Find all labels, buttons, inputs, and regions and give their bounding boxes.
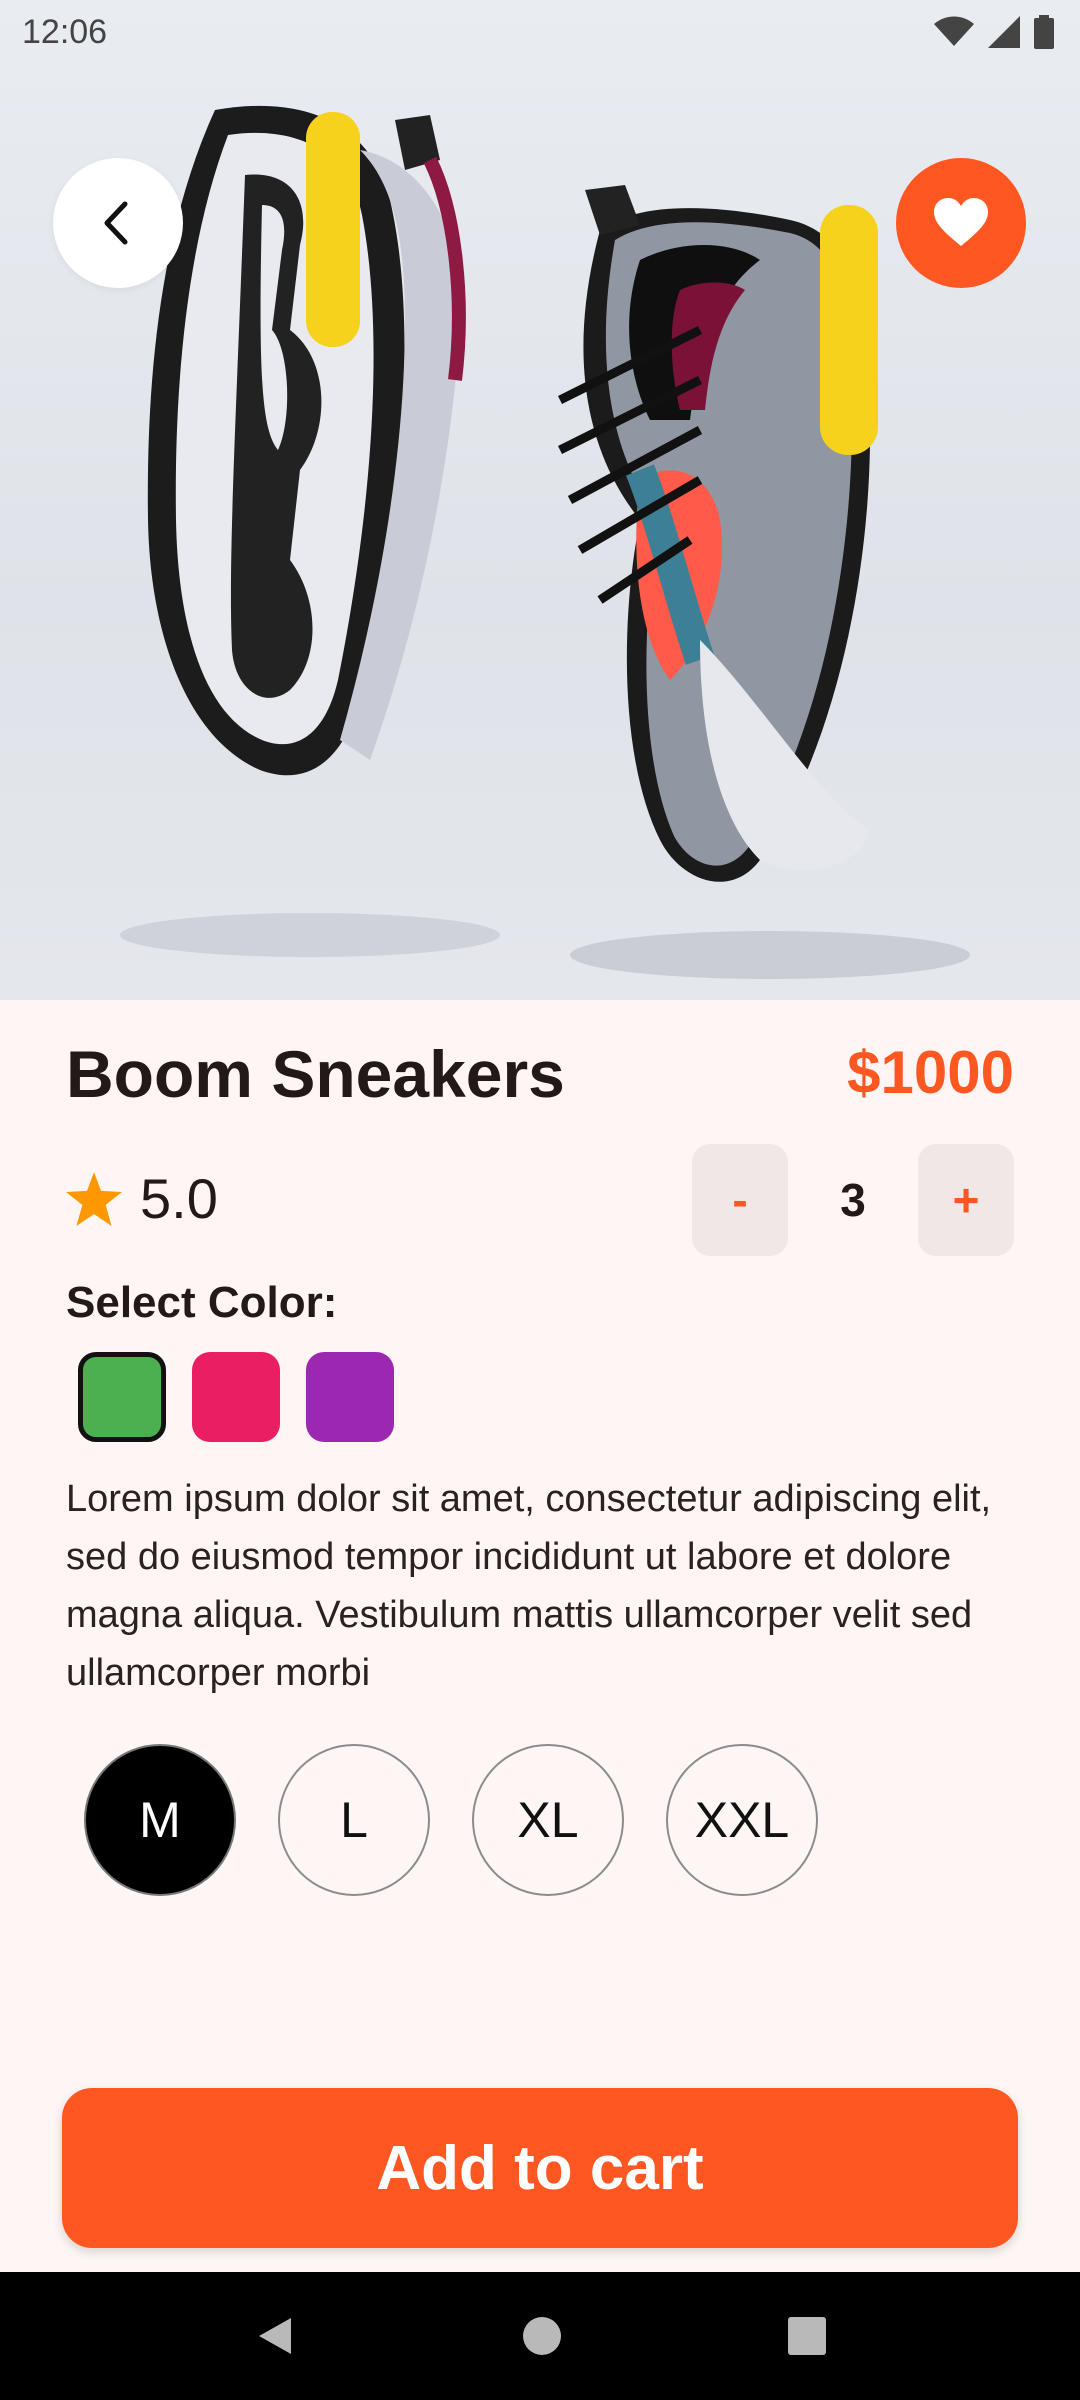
- status-bar: 12:06: [0, 0, 1080, 64]
- status-icons: [934, 15, 1054, 49]
- sneakers-image: [120, 105, 970, 979]
- color-swatches: [78, 1352, 394, 1442]
- size-selector: M L XL XXL: [84, 1744, 818, 1896]
- quantity-stepper: - 3 +: [692, 1144, 1014, 1256]
- signal-icon: [988, 16, 1020, 48]
- size-option-m[interactable]: M: [84, 1744, 236, 1896]
- add-to-cart-button[interactable]: Add to cart: [62, 2088, 1018, 2248]
- color-swatch-pink[interactable]: [192, 1352, 280, 1442]
- back-button[interactable]: [53, 158, 183, 288]
- rating: 5.0: [66, 1166, 218, 1231]
- size-option-xxl[interactable]: XXL: [666, 1744, 818, 1896]
- increase-quantity-button[interactable]: +: [918, 1144, 1014, 1256]
- color-swatch-purple[interactable]: [306, 1352, 394, 1442]
- product-title: Boom Sneakers: [66, 1037, 565, 1111]
- nav-back-icon[interactable]: [253, 2314, 297, 2358]
- product-description: Lorem ipsum dolor sit amet, consectetur …: [66, 1478, 992, 1694]
- select-color-label: Select Color:: [66, 1278, 338, 1327]
- product-price: $1000: [847, 1039, 1014, 1106]
- heart-icon: [934, 198, 988, 246]
- status-time: 12:06: [22, 12, 108, 51]
- system-navigation-bar: [0, 2272, 1080, 2400]
- product-image-area: 12:06: [0, 0, 1080, 1000]
- size-option-l[interactable]: L: [278, 1744, 430, 1896]
- nav-recents-icon[interactable]: [787, 2316, 827, 2356]
- size-option-xl[interactable]: XL: [472, 1744, 624, 1896]
- decrease-quantity-button[interactable]: -: [692, 1144, 788, 1256]
- chevron-left-icon: [104, 201, 128, 245]
- product-details: Boom Sneakers $1000 5.0 - 3 + Select Col…: [0, 1000, 1080, 2272]
- nav-home-icon[interactable]: [522, 2316, 562, 2356]
- wifi-icon: [934, 16, 974, 46]
- rating-value: 5.0: [140, 1167, 218, 1230]
- star-icon: [66, 1171, 122, 1226]
- color-swatch-green[interactable]: [78, 1352, 166, 1442]
- quantity-value: 3: [840, 1174, 866, 1226]
- favorite-button[interactable]: [896, 158, 1026, 288]
- battery-icon: [1034, 15, 1054, 49]
